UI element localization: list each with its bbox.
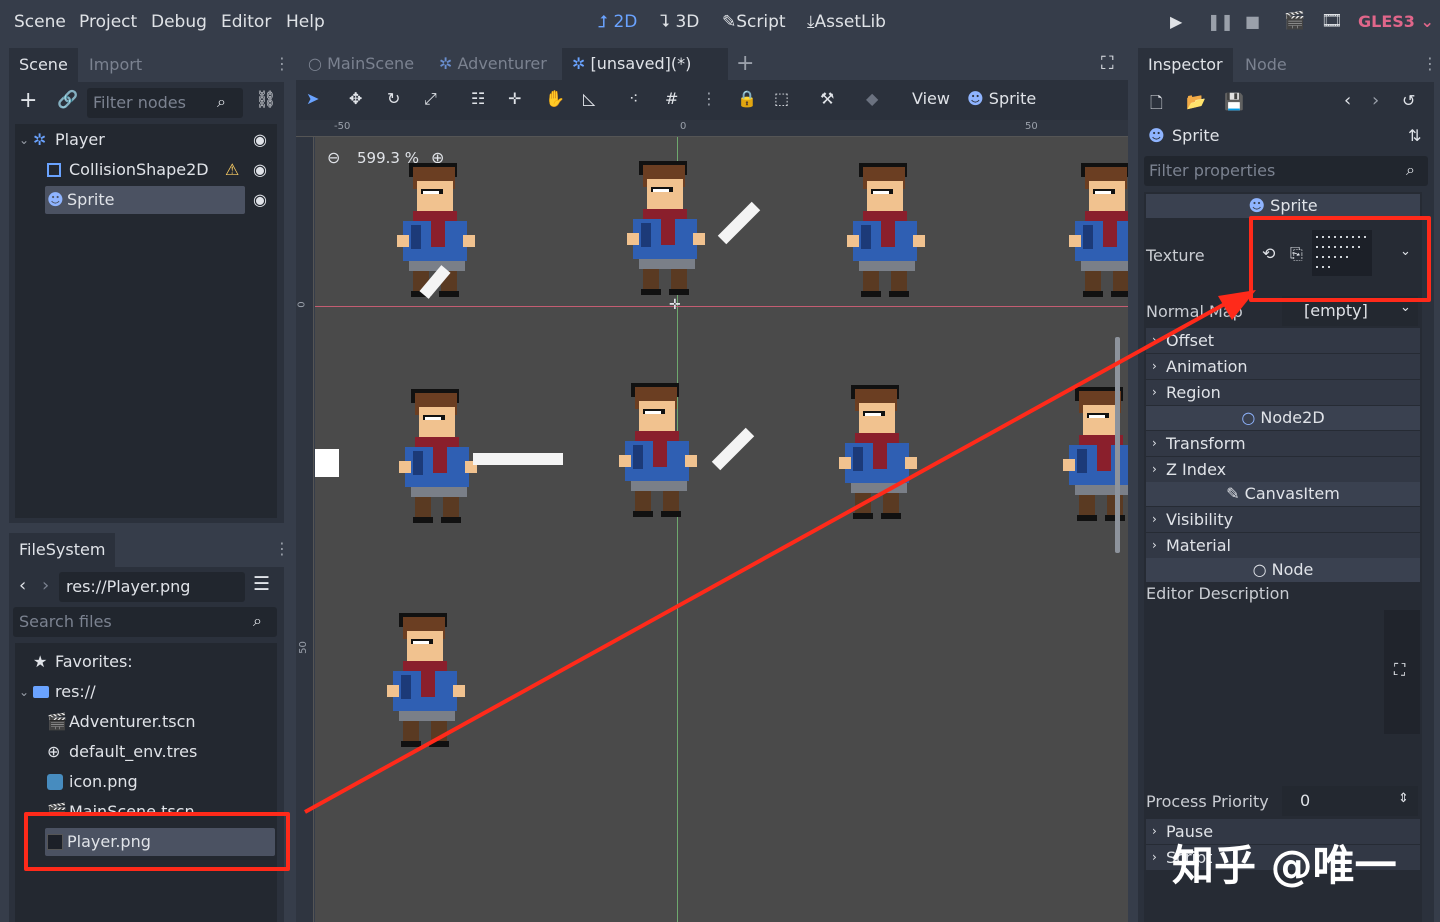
annotation-arrow [304,290,1256,814]
watermark: 知乎 @唯一 [1172,841,1397,890]
